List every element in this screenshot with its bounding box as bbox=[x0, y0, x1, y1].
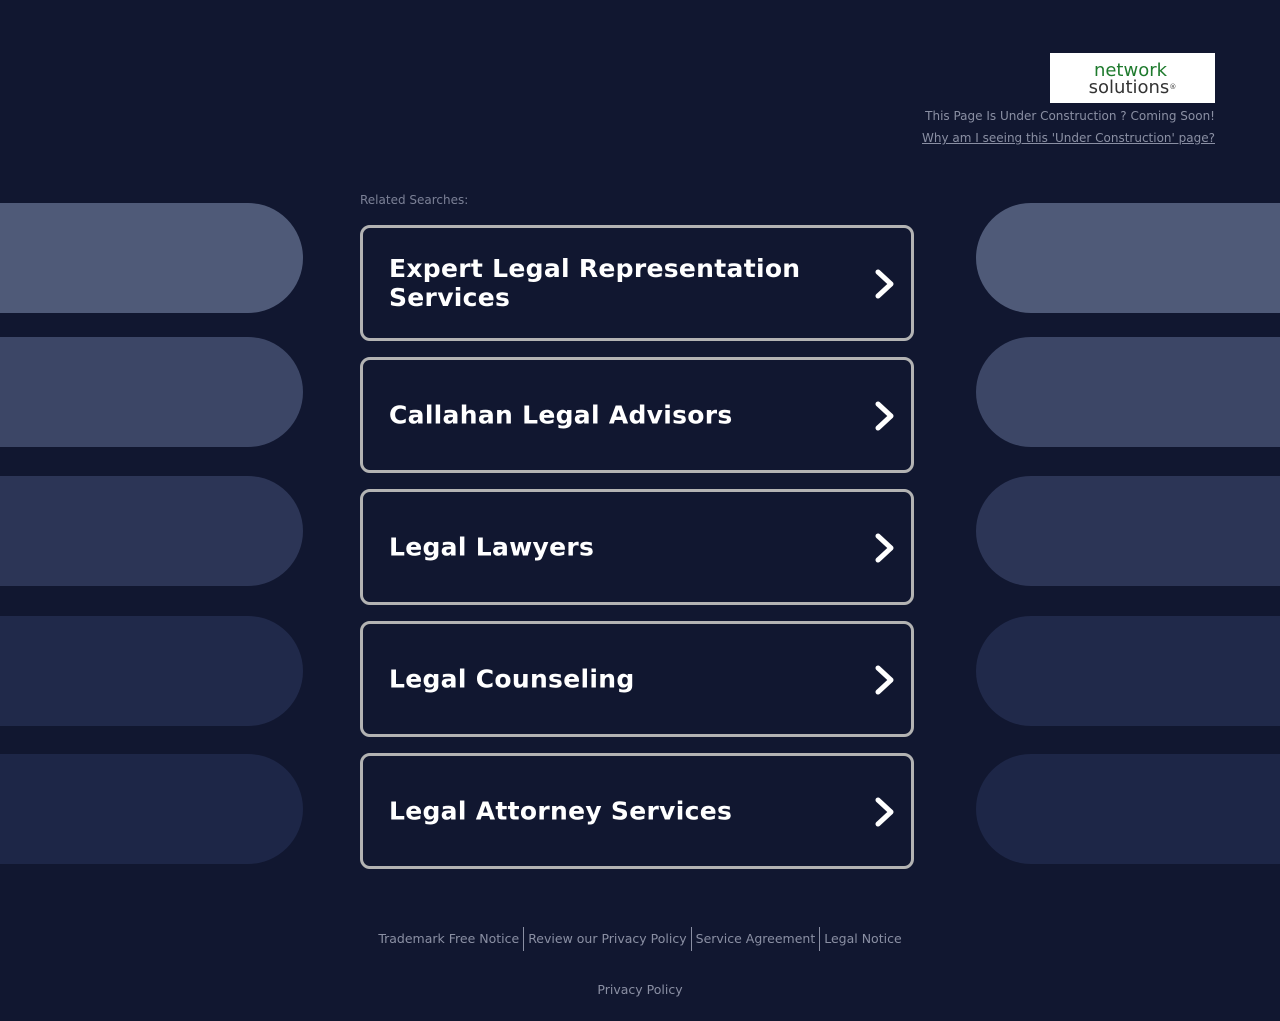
related-search-label: Callahan Legal Advisors bbox=[389, 400, 733, 430]
related-search-item[interactable]: Legal Lawyers bbox=[360, 489, 914, 605]
chevron-right-icon bbox=[875, 665, 894, 695]
chevron-right-icon bbox=[875, 797, 894, 827]
footer-link-legal-notice[interactable]: Legal Notice bbox=[820, 928, 905, 950]
chevron-right-icon bbox=[875, 269, 894, 299]
related-search-item[interactable]: Legal Attorney Services bbox=[360, 753, 914, 869]
under-construction-text: This Page Is Under Construction ? Coming… bbox=[925, 109, 1215, 123]
decorative-pill-right-5 bbox=[976, 754, 1280, 864]
related-search-item[interactable]: Expert Legal Representation Services bbox=[360, 225, 914, 341]
decorative-pill-left-4 bbox=[0, 616, 303, 726]
chevron-right-icon bbox=[875, 401, 894, 431]
decorative-pill-right-3 bbox=[976, 476, 1280, 586]
related-search-item[interactable]: Callahan Legal Advisors bbox=[360, 357, 914, 473]
why-under-construction-link[interactable]: Why am I seeing this 'Under Construction… bbox=[922, 131, 1215, 145]
related-search-label: Expert Legal Representation Services bbox=[389, 254, 801, 312]
logo-line-solutions: solutions® bbox=[1088, 77, 1177, 98]
logo-line-solutions-text: solutions bbox=[1088, 77, 1170, 98]
logo-registered-mark: ® bbox=[1169, 83, 1177, 91]
related-search-label: Legal Lawyers bbox=[389, 532, 595, 562]
footer-link-privacy-policy-review[interactable]: Review our Privacy Policy bbox=[524, 928, 690, 950]
footer-link-service-agreement[interactable]: Service Agreement bbox=[692, 928, 820, 950]
decorative-pill-right-4 bbox=[976, 616, 1280, 726]
chevron-right-icon bbox=[875, 533, 894, 563]
footer-links: Trademark Free Notice Review our Privacy… bbox=[0, 927, 1280, 951]
page: network solutions® This Page Is Under Co… bbox=[0, 0, 1280, 1021]
network-solutions-logo[interactable]: network solutions® bbox=[1050, 53, 1215, 103]
related-searches-label: Related Searches: bbox=[360, 193, 469, 207]
related-search-item[interactable]: Legal Counseling bbox=[360, 621, 914, 737]
decorative-pill-right-1 bbox=[976, 203, 1280, 313]
footer-link-trademark-free-notice[interactable]: Trademark Free Notice bbox=[374, 928, 523, 950]
related-search-label: Legal Attorney Services bbox=[389, 796, 733, 826]
related-search-label: Legal Counseling bbox=[389, 664, 635, 694]
footer-link-privacy-policy[interactable]: Privacy Policy bbox=[0, 982, 1280, 997]
decorative-pill-left-1 bbox=[0, 203, 303, 313]
decorative-pill-right-2 bbox=[976, 337, 1280, 447]
decorative-pill-left-3 bbox=[0, 476, 303, 586]
decorative-pill-left-5 bbox=[0, 754, 303, 864]
decorative-pill-left-2 bbox=[0, 337, 303, 447]
